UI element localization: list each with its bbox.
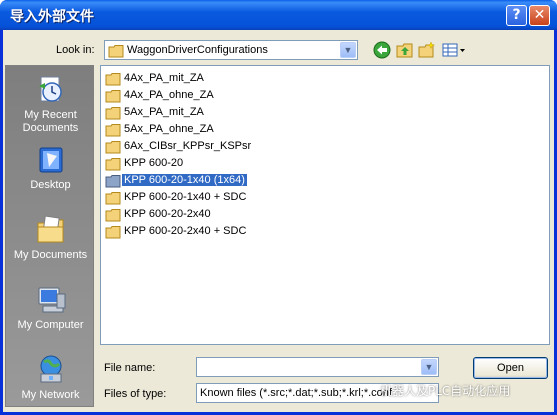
my-computer-icon [38,287,65,313]
back-icon[interactable] [373,41,391,59]
file-type-value: Known files (*.src;*.dat;*.sub;*.krl;*.c… [200,387,392,399]
place-label: My Computer [17,319,84,331]
watermark: 机器人及PLC自动化应用 [380,380,550,402]
place-label: My Documents [13,249,88,261]
file-name: KPP 600-20-2x40 + SDC [124,225,247,237]
file-type-label: Files of type: [104,388,167,400]
place-label: My Network [21,389,80,401]
folder-icon [105,158,121,171]
folder-icon [105,209,121,222]
file-name: 4Ax_PA_mit_ZA [124,72,204,84]
file-name: KPP 600-20-1x40 + SDC [124,191,247,203]
file-name: 5Ax_PA_ohne_ZA [124,123,214,135]
folder-icon [105,124,121,137]
file-name: 4Ax_PA_ohne_ZA [124,89,214,101]
close-button[interactable]: ✕ [529,5,550,26]
folder-icon [105,175,121,188]
file-name: 6Ax_CIBsr_KPPsr_KSPsr [124,140,252,152]
file-name-label: File name: [104,362,156,374]
title-bar[interactable]: 导入外部文件 ? ✕ [0,0,557,30]
look-in-label: Look in: [56,44,95,56]
file-name: KPP 600-20-2x40 [124,208,211,220]
recent-documents-icon [38,76,62,102]
place-label: Desktop [30,179,71,191]
place-label: My Recent Documents [22,109,79,134]
place-desktop[interactable]: Desktop [6,144,95,192]
folder-icon [108,45,124,58]
my-documents-icon [37,215,63,243]
up-folder-icon[interactable] [396,41,414,59]
chevron-down-icon[interactable]: ▼ [340,42,356,58]
file-name: KPP 600-20-1x40 (1x64) [122,174,247,186]
open-button[interactable]: Open [473,357,548,379]
look-in-value: WaggonDriverConfigurations [127,44,268,56]
look-in-dropdown[interactable]: WaggonDriverConfigurations ▼ [104,40,358,60]
folder-icon [105,90,121,103]
file-name: 5Ax_PA_mit_ZA [124,106,204,118]
watermark-text: 机器人及PLC自动化应用 [380,384,511,398]
folder-icon [105,192,121,205]
place-my-computer[interactable]: My Computer [6,284,95,332]
chevron-down-icon[interactable]: ▼ [421,359,437,375]
desktop-icon [39,147,62,173]
folder-icon [105,141,121,154]
my-network-icon [40,355,61,383]
folder-icon [105,107,121,120]
folder-icon [105,226,121,239]
help-button[interactable]: ? [506,5,527,26]
window-title: 导入外部文件 [10,9,94,25]
place-my-documents[interactable]: My Documents [6,214,95,262]
folder-icon [105,73,121,86]
places-bar: My Recent Documents Desktop My Documents… [5,65,94,407]
file-name-field[interactable]: ▼ [196,357,439,377]
new-folder-icon[interactable] [418,41,436,59]
file-list[interactable]: 4Ax_PA_mit_ZA 4Ax_PA_ohne_ZA 5Ax_PA_mit_… [100,65,550,345]
view-menu-icon[interactable] [442,41,466,59]
file-name: KPP 600-20 [124,157,184,169]
place-my-recent-documents[interactable]: My Recent Documents [6,74,95,135]
place-my-network[interactable]: My Network [6,354,95,402]
